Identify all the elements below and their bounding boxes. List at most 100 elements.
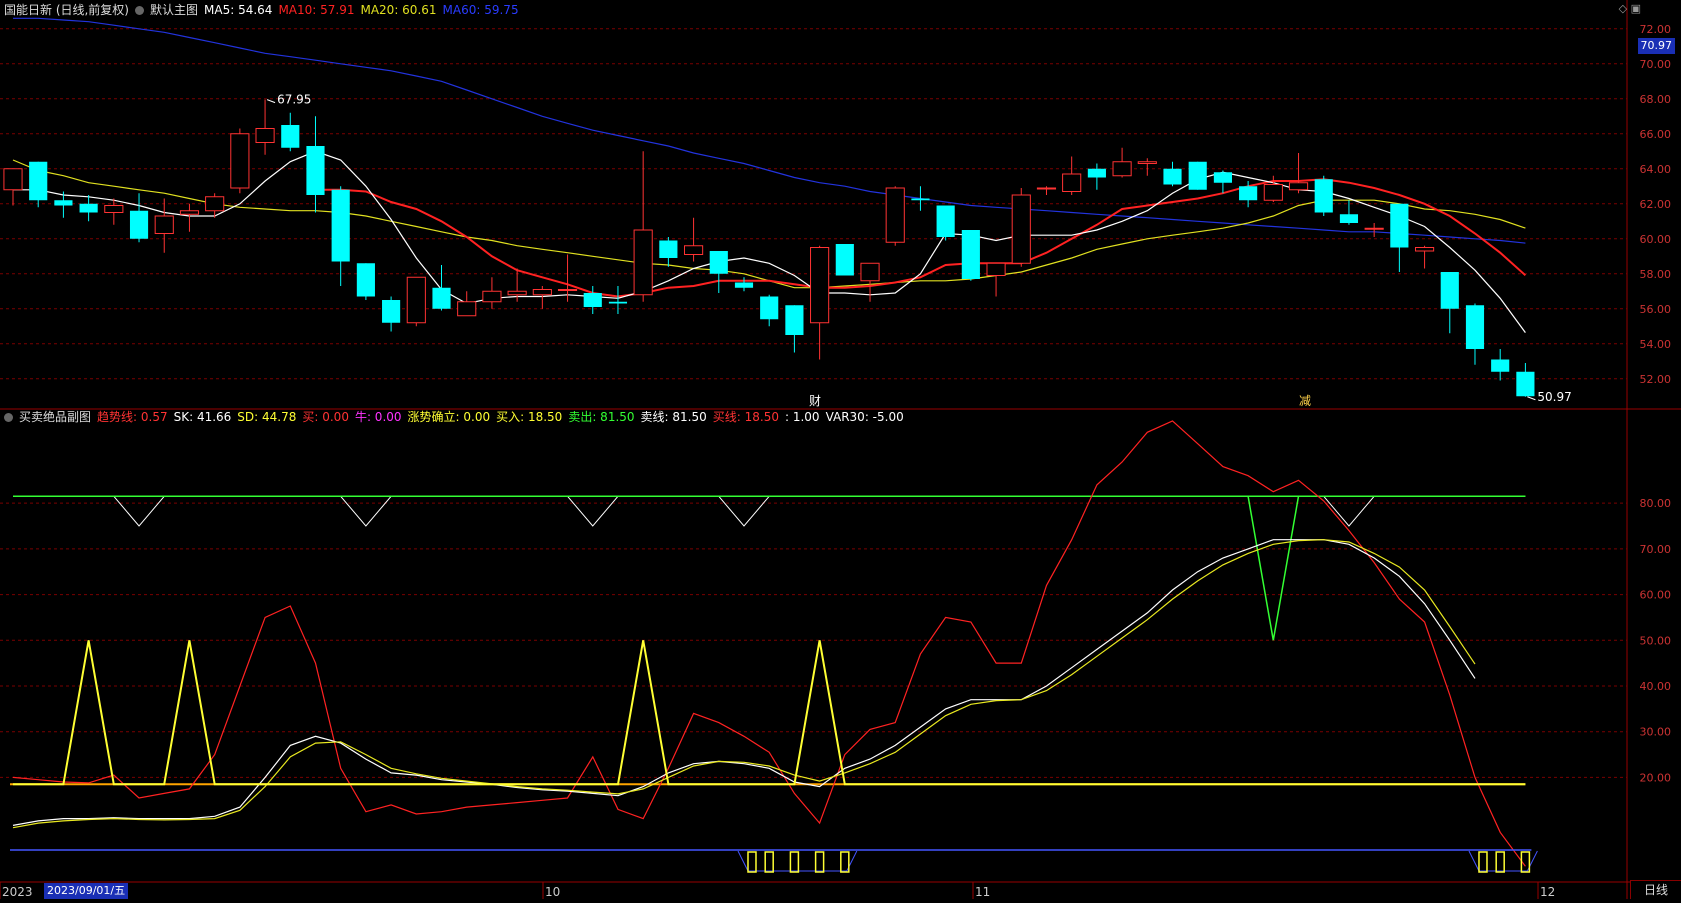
indicator-toggle-icon[interactable] <box>135 6 144 15</box>
sell-signal-dip <box>113 495 165 527</box>
candle <box>1314 175 1333 216</box>
candle-body <box>205 196 225 212</box>
low-price-annotation: 50.97 <box>1537 390 1571 404</box>
candle <box>709 251 728 293</box>
candle <box>356 263 375 300</box>
sub-indicator-toggle-icon[interactable] <box>4 413 13 422</box>
sub-indicator-name[interactable]: 买卖绝品副图 <box>19 410 91 424</box>
candle-body <box>1339 214 1359 223</box>
sub-indicator-value: 趋势线: 0.57 <box>97 410 168 424</box>
main-indicator-name[interactable]: 默认主图 <box>150 3 198 17</box>
candle-body <box>986 262 1006 276</box>
y-tick-label: 80.00 <box>1640 497 1672 510</box>
sub-indicator-value: SK: 41.66 <box>173 410 232 424</box>
candle-body <box>1163 168 1182 185</box>
sub-indicator-value: 买入: 18.50 <box>496 410 563 424</box>
high-price-annotation: 67.95 <box>277 93 311 107</box>
var30-bar <box>814 851 825 873</box>
sub-indicator-value: VAR30: -5.00 <box>825 410 904 424</box>
candle <box>179 203 200 232</box>
low-pointer <box>1527 396 1536 401</box>
chart-canvas[interactable]: 72.00 70.00 68.00 66.00 64.00 62.00 60.00 58.00… <box>0 0 1681 899</box>
candle <box>1112 147 1132 178</box>
main-chart-header: 国能日新 (日线,前复权) 默认主图 MA5: 54.64 MA10: 57.91 MA… <box>4 2 525 18</box>
candle <box>1163 161 1182 187</box>
candle <box>29 161 48 208</box>
candle-body <box>54 200 73 206</box>
sell-series-line <box>13 495 1526 641</box>
candle-body <box>255 128 275 143</box>
sub-indicator-value: 买线: 18.50 <box>712 410 779 424</box>
candle-body <box>356 263 375 297</box>
candle <box>281 112 300 152</box>
candle-body <box>885 187 905 243</box>
candle-body <box>1087 168 1106 178</box>
y-tick-label: 40.00 <box>1640 680 1672 693</box>
candle-body <box>79 203 98 213</box>
candle-body <box>331 189 350 262</box>
candle <box>382 296 401 332</box>
candle-body <box>382 300 401 323</box>
candle-body <box>1239 186 1258 201</box>
candle-body <box>129 210 149 239</box>
candle-body <box>1036 187 1057 190</box>
candle <box>154 198 174 253</box>
fullscreen-icon[interactable]: ▣ <box>1631 2 1641 15</box>
sell-signal-dip <box>718 495 770 527</box>
candle-body <box>1440 272 1459 309</box>
candle <box>684 217 704 262</box>
ma10-label: MA10: 57.91 <box>278 3 355 17</box>
candle <box>986 262 1006 297</box>
y-tick-label: 60.00 <box>1640 589 1672 602</box>
candle <box>1137 158 1157 176</box>
x-tick-label: 12 <box>1540 885 1555 899</box>
sub-indicator-value: 牛: 0.00 <box>354 410 402 424</box>
candle-body <box>936 205 955 237</box>
y-tick-label: 68.00 <box>1640 93 1672 106</box>
series-line-sk <box>12 539 1476 826</box>
candle-body <box>1516 371 1535 397</box>
sub-indicator-value: SD: 44.78 <box>237 410 297 424</box>
y-tick-label: 70.00 <box>1640 58 1672 71</box>
var30-bar <box>1478 851 1488 873</box>
candle-body <box>1213 172 1232 183</box>
candle <box>1390 203 1409 272</box>
candle-body <box>633 229 653 296</box>
date-cursor-label: 2023/09/01/五 <box>44 883 129 899</box>
candle <box>1213 170 1232 194</box>
sub-indicator-value: 涨势确立: 0.00 <box>407 410 491 424</box>
ma20-label: MA20: 60.61 <box>360 3 437 17</box>
candle <box>255 99 275 155</box>
candle-body <box>1390 203 1409 248</box>
candle <box>432 265 451 311</box>
stock-title[interactable]: 国能日新 (日线,前复权) <box>4 3 129 17</box>
y-tick-label: 64.00 <box>1640 163 1672 176</box>
candle <box>860 262 880 302</box>
high-pointer <box>266 99 276 104</box>
series-line-trend <box>12 420 1526 867</box>
candle-body <box>306 146 325 195</box>
candle-body <box>482 290 502 303</box>
candle-body <box>104 205 124 213</box>
ma60-label: MA60: 59.75 <box>442 3 519 17</box>
candle <box>1516 363 1535 397</box>
candle-body <box>1112 161 1132 177</box>
candle <box>1465 303 1485 365</box>
candle-body <box>734 282 754 288</box>
candle-body <box>1263 184 1283 201</box>
candle-body <box>583 293 602 307</box>
candle-body <box>1364 227 1384 230</box>
candle-body <box>1011 194 1031 264</box>
y-tick-label: 52.00 <box>1640 373 1672 386</box>
y-tick-label: 58.00 <box>1640 268 1672 281</box>
candle-body <box>709 251 728 274</box>
diamond-icon[interactable]: ◇ <box>1619 2 1627 15</box>
period-selector[interactable]: 日线 <box>1630 880 1681 899</box>
y-tick-label: 50.00 <box>1640 634 1672 647</box>
candle <box>1188 161 1207 190</box>
y-tick-label: 30.00 <box>1640 726 1672 739</box>
x-tick-label: 10 <box>545 885 560 899</box>
candle <box>785 305 804 353</box>
candle <box>482 277 502 309</box>
candle-body <box>1491 359 1510 372</box>
